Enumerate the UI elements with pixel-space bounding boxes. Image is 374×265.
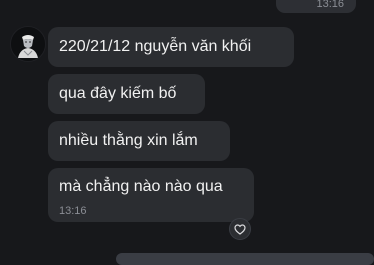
message-bubble[interactable]: 220/21/12 nguyễn văn khối [48, 27, 294, 67]
message-timestamp: 13:16 [59, 205, 87, 217]
heart-outline-icon [234, 223, 246, 235]
message-text: 220/21/12 nguyễn văn khối [59, 38, 252, 55]
message-text: qua đây kiếm bố [59, 85, 177, 102]
message-text: mà chẳng nào nào qua [59, 178, 223, 195]
message-bubble[interactable]: mà chẳng nào nào qua 13:16 [48, 168, 254, 222]
reaction-button[interactable] [229, 218, 251, 240]
next-message-bubble[interactable] [116, 253, 374, 265]
message-bubble[interactable]: nhiều thằng xin lắm [48, 121, 230, 161]
message-bubble[interactable]: qua đây kiếm bố [48, 74, 205, 114]
avatar-image-icon [11, 27, 45, 61]
message-timestamp: 13:16 [316, 0, 344, 10]
previous-message-bubble[interactable]: 13:16 [276, 0, 356, 13]
sender-avatar[interactable] [10, 26, 46, 62]
message-text: nhiều thằng xin lắm [59, 132, 198, 149]
